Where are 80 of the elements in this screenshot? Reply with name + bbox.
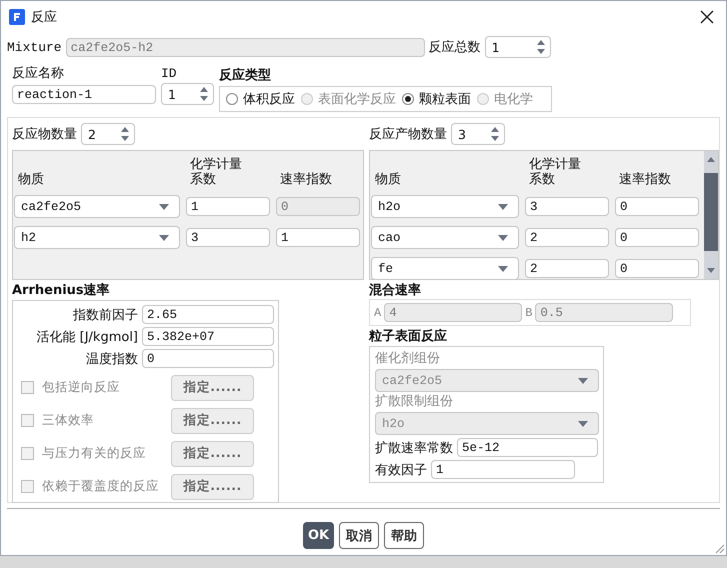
field-label: Mixture [7, 40, 62, 54]
value-field[interactable]: 1 [431, 460, 575, 479]
column-header: 物质 [374, 171, 402, 187]
number-spinner[interactable]: 3 [451, 123, 505, 145]
coefficient-field[interactable]: 1 [186, 197, 270, 216]
field-label: 有效因子 [375, 462, 427, 478]
coefficient-field[interactable]: 3 [186, 228, 270, 247]
spin-arrows-icon [490, 126, 500, 142]
radio-label: 颗粒表面 [419, 91, 471, 108]
checkbox-label: 包括逆向反应 [42, 379, 121, 396]
radio-option[interactable]: 颗粒表面 [402, 90, 471, 108]
caret-icon [159, 235, 169, 241]
coefficient-field[interactable]: 2 [525, 259, 609, 278]
group-title: 粒子表面反应 [369, 329, 448, 345]
name-field[interactable]: reaction-1 [12, 85, 156, 104]
field-label: ID [161, 65, 178, 82]
value-field[interactable]: 0 [142, 349, 274, 368]
field-label: 活化能 [J/kgmol] [36, 328, 138, 346]
field-label: B [525, 306, 532, 320]
number-spinner[interactable]: 2 [81, 123, 135, 145]
group-title: 反应类型 [219, 68, 272, 84]
value-field[interactable]: 5.382e+07 [142, 327, 274, 346]
species-dropdown[interactable]: cao [371, 226, 519, 249]
field-label: 反应总数 [428, 39, 481, 56]
close-icon [700, 10, 714, 24]
species-dropdown[interactable]: h2o [371, 195, 519, 218]
radio-label: 体积反应 [243, 91, 295, 108]
app-logo-icon [9, 8, 25, 24]
column-header: 化学计量 系数 [528, 156, 582, 187]
caret-icon [159, 204, 169, 210]
column-header: 物质 [17, 171, 45, 187]
resize-grip-icon [715, 544, 725, 554]
group-title: Arrhenius速率 [12, 283, 111, 299]
column-header: 速率指数 [279, 171, 333, 187]
field-label: 温度指数 [86, 350, 138, 368]
spin-arrows-icon [536, 39, 546, 55]
dialog-button[interactable]: 帮助 [384, 522, 424, 549]
radio-indicator[interactable] [226, 93, 238, 105]
rate-exponent-field[interactable]: 0 [615, 197, 699, 216]
column-header: 速率指数 [618, 171, 672, 187]
caret-icon [498, 266, 508, 272]
radio-label: 表面化学反应 [318, 91, 396, 108]
field-label: 反应名称 [12, 65, 65, 82]
column-header: 化学计量 系数 [189, 156, 243, 187]
species-dropdown[interactable]: ca2fe2o5 [14, 195, 180, 218]
group-title: 混合速率 [369, 283, 422, 299]
field-label: A [374, 306, 382, 320]
dialog-button[interactable]: 取消 [339, 522, 379, 549]
spin-arrows-icon [199, 86, 209, 102]
caret-icon [578, 421, 588, 427]
coefficient-field[interactable]: 2 [525, 228, 609, 247]
field-label: 扩散限制组份 [375, 393, 454, 411]
field-label: 反应物数量 [12, 126, 77, 143]
ok-button[interactable]: OK [303, 522, 334, 549]
radio-indicator[interactable] [402, 93, 414, 105]
field-label: 催化剂组份 [375, 350, 441, 368]
field-label: 扩散速率常数 [375, 440, 453, 456]
field-label: 指数前因子 [73, 306, 138, 324]
radio-label: 电化学 [494, 91, 533, 108]
rate-exponent-field[interactable]: 1 [276, 228, 360, 247]
radio-option[interactable]: 体积反应 [226, 90, 295, 108]
species-dropdown[interactable]: fe [371, 257, 519, 280]
value-field[interactable]: 2.65 [142, 305, 274, 324]
rate-exponent-field[interactable]: 0 [615, 228, 699, 247]
checkbox-label: 与压力有关的反应 [42, 445, 147, 462]
window-title: 反应 [31, 8, 57, 26]
value-field[interactable]: 5e-12 [457, 438, 598, 457]
species-dropdown[interactable]: h2 [14, 226, 180, 249]
mixture-field[interactable]: ca2fe2o5-h2 [66, 38, 425, 56]
field-label: 反应产物数量 [369, 126, 447, 143]
caret-icon [578, 378, 588, 384]
number-spinner[interactable]: 1 [484, 36, 551, 58]
coefficient-field[interactable]: 3 [525, 197, 609, 216]
caret-icon [498, 204, 508, 210]
checkbox-label: 三体效率 [42, 412, 95, 429]
rate-exponent-field[interactable]: 0 [615, 259, 699, 278]
checkbox-label: 依赖于覆盖度的反应 [42, 478, 160, 495]
caret-icon [498, 235, 508, 241]
spin-arrows-icon [120, 126, 130, 142]
number-spinner[interactable]: 1 [161, 83, 214, 105]
